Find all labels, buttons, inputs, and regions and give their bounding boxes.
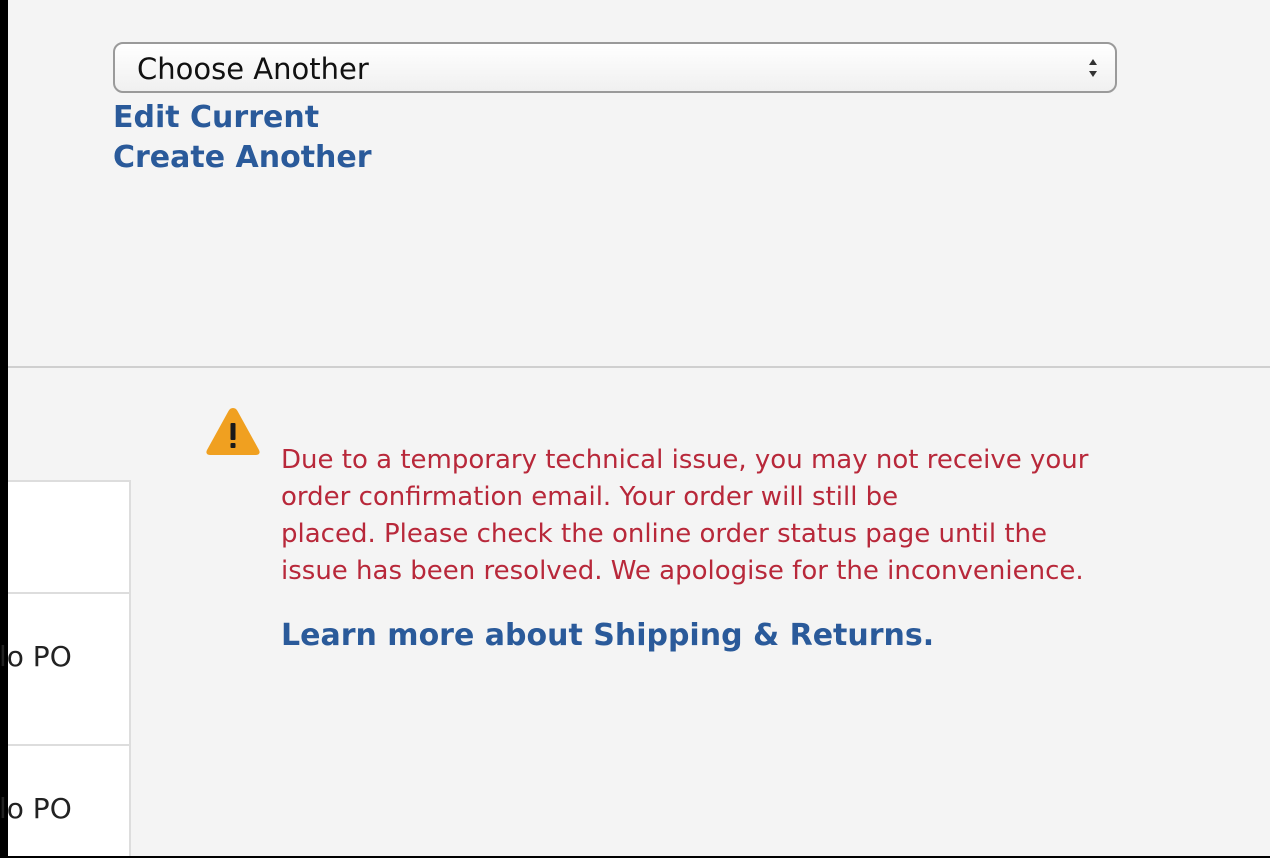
page: Choose Another Edit Current Create Anoth…: [0, 0, 1270, 858]
learn-more-shipping-link[interactable]: Learn more about Shipping & Returns.: [281, 616, 934, 656]
warning-icon: [206, 408, 260, 455]
address-links: Edit Current Create Another: [113, 98, 372, 178]
notice-line: Due to a temporary technical issue, you …: [281, 445, 1089, 475]
notice-line: issue has been resolved. We apologise fo…: [281, 556, 1084, 586]
table-row: lo PO: [0, 592, 129, 744]
edit-current-link[interactable]: Edit Current: [113, 98, 372, 138]
shipping-notice: Due to a temporary technical issue, you …: [281, 442, 1221, 590]
table-row: lo PO: [0, 744, 129, 858]
notice-line: order confirmation email. Your order wil…: [281, 482, 899, 512]
order-table-partial: lo PO lo PO: [0, 480, 131, 858]
select-value: Choose Another: [137, 52, 369, 86]
choose-another-select[interactable]: Choose Another: [113, 42, 1117, 93]
section-divider: [8, 366, 1270, 368]
table-cell: lo PO: [0, 640, 72, 673]
create-another-link[interactable]: Create Another: [113, 138, 372, 178]
select-arrows-icon: [1089, 59, 1097, 77]
table-cell: lo PO: [0, 792, 72, 825]
notice-line: placed. Please check the online order st…: [281, 519, 1047, 549]
